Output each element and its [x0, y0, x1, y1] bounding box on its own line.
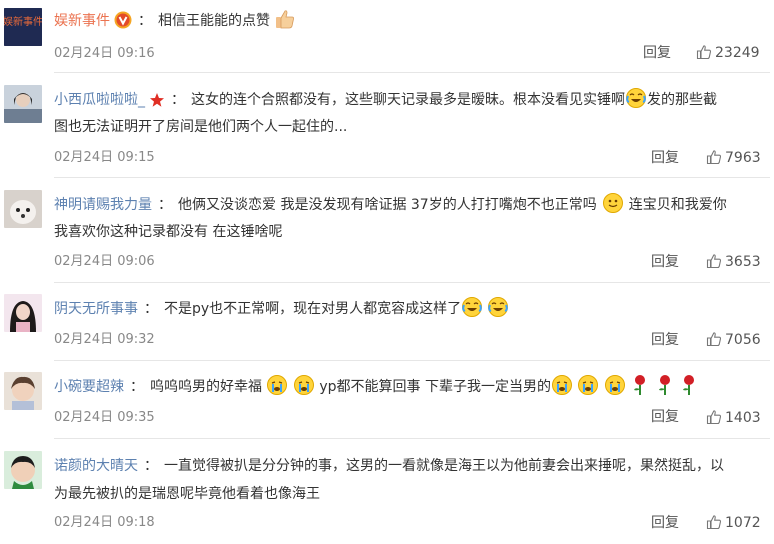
comment-item: 娱新事件 娱新事件 ： 相信王能能的点赞 02月24日 09:16 回复 23249	[0, 0, 774, 72]
comment-text: 他俩又没谈恋爱 我是没发现有啥证据 37岁的人打打嘴炮不也正常吗	[178, 197, 597, 213]
rose-icon	[679, 374, 699, 406]
comment-line: 小西瓜啦啦啦_ ： 这女的连个合照都没有，这些聊天记录最多是暧昧。根本没看见实锤啊 发…	[54, 86, 766, 119]
reply-link[interactable]: 回复	[651, 408, 679, 426]
comment-text-continued: 发的那些截	[647, 92, 717, 108]
timestamp: 02月24日 09:32	[54, 332, 155, 347]
comment-text: 一直觉得被扒是分分钟的事，这男的一看就像是海王以为他前妻会出来捶呢，果然挺乱，以	[164, 458, 724, 474]
comment-item: 诺颜的大晴天 ： 一直觉得被扒是分分钟的事，这男的一看就像是海王以为他前妻会出来捶呢…	[0, 439, 774, 544]
tears-laughing-emoji-icon	[461, 296, 483, 328]
thumbs-up-icon	[706, 410, 722, 425]
username-link[interactable]: 小碗要超辣	[54, 379, 124, 395]
username-link[interactable]: 神明请赐我力量	[54, 197, 152, 213]
smile-emoji-icon	[602, 192, 624, 224]
like-count: 7963	[725, 150, 761, 166]
like-count: 7056	[725, 332, 761, 348]
avatar-logo-text: 娱新事件	[4, 15, 42, 28]
username-link[interactable]: 诺颜的大晴天	[54, 458, 138, 474]
avatar[interactable]	[4, 85, 42, 123]
thumbs-up-icon	[706, 515, 722, 530]
like-button[interactable]: 1072	[706, 514, 761, 532]
avatar[interactable]	[4, 451, 42, 489]
like-button[interactable]: 23249	[696, 44, 760, 62]
crying-emoji-icon	[604, 374, 626, 406]
timestamp: 02月24日 09:06	[54, 254, 155, 269]
comment-line: 小碗要超辣 ： 呜呜呜男的好幸福 yp都不能算回事 下辈子我一定当男的	[54, 373, 766, 406]
thumbs-up-emoji-icon	[274, 8, 296, 40]
crying-emoji-icon	[293, 374, 315, 406]
avatar[interactable]: 娱新事件	[4, 8, 42, 46]
thumbs-up-icon	[706, 150, 722, 165]
username-link[interactable]: 小西瓜啦啦啦_	[54, 92, 145, 108]
avatar-image	[4, 294, 42, 332]
avatar-image	[4, 372, 42, 410]
comment-line: 神明请赐我力量 ： 他俩又没谈恋爱 我是没发现有啥证据 37岁的人打打嘴炮不也正常吗…	[54, 191, 766, 224]
reply-link[interactable]: 回复	[651, 253, 679, 271]
star-badge-icon	[149, 90, 165, 118]
like-count: 1403	[725, 410, 761, 426]
colon-separator: ：	[130, 379, 144, 395]
comment-item: 小碗要超辣 ： 呜呜呜男的好幸福 yp都不能算回事 下辈子我一定当男的 02月24日…	[0, 361, 774, 437]
like-count: 1072	[725, 515, 761, 531]
comment-text: 相信王能能的点赞	[158, 13, 270, 29]
colon-separator: ：	[171, 92, 185, 108]
timestamp: 02月24日 09:18	[54, 515, 155, 530]
comment-text-continued: yp都不能算回事 下辈子我一定当男的	[319, 379, 551, 395]
username-link[interactable]: 阴天无所事事	[54, 301, 138, 317]
like-count: 23249	[715, 45, 760, 61]
comment-text-line2: 图也无法证明开了房间是他们两个人一起住的...	[54, 119, 348, 135]
thumbs-up-icon	[696, 45, 712, 60]
comment-text-continued: 连宝贝和我爱你	[628, 197, 727, 213]
avatar-image	[4, 190, 42, 228]
reply-link[interactable]: 回复	[651, 149, 679, 167]
colon-separator: ：	[138, 13, 152, 29]
avatar-image	[4, 85, 42, 123]
avatar[interactable]	[4, 190, 42, 228]
tears-laughing-emoji-icon	[487, 296, 509, 328]
comment-text: 不是py也不正常啊，现在对男人都宽容成这样了	[164, 301, 462, 317]
colon-separator: ：	[144, 301, 158, 317]
avatar[interactable]	[4, 294, 42, 332]
username-link[interactable]: 娱新事件	[54, 13, 110, 29]
comment-line: 娱新事件 ： 相信王能能的点赞	[54, 7, 766, 40]
like-button[interactable]: 1403	[706, 409, 761, 427]
comment-text-line2: 为最先被扒的是瑞恩呢毕竟他看着也像海王	[54, 486, 320, 502]
thumbs-up-icon	[706, 332, 722, 347]
avatar[interactable]	[4, 372, 42, 410]
avatar-image: 娱新事件	[4, 8, 42, 46]
rose-icon	[630, 374, 650, 406]
tears-laughing-emoji-icon	[625, 87, 647, 119]
comment-text-line2: 我喜欢你这种记录都没有 在这锤啥呢	[54, 224, 283, 240]
comment-item: 阴天无所事事 ： 不是py也不正常啊，现在对男人都宽容成这样了 02月24日 09:…	[0, 283, 774, 355]
comment-text: 这女的连个合照都没有，这些聊天记录最多是暧昧。根本没看见实锤啊	[191, 92, 625, 108]
like-count: 3653	[725, 254, 761, 270]
comment-item: 小西瓜啦啦啦_ ： 这女的连个合照都没有，这些聊天记录最多是暧昧。根本没看见实锤啊 发…	[0, 73, 774, 169]
comment-line: 诺颜的大晴天 ： 一直觉得被扒是分分钟的事，这男的一看就像是海王以为他前妻会出来捶呢…	[54, 452, 766, 480]
colon-separator: ：	[158, 197, 172, 213]
reply-link[interactable]: 回复	[651, 514, 679, 532]
reply-link[interactable]: 回复	[643, 44, 671, 62]
crying-emoji-icon	[266, 374, 288, 406]
colon-separator: ：	[144, 458, 158, 474]
like-button[interactable]: 3653	[706, 253, 761, 271]
timestamp: 02月24日 09:35	[54, 410, 155, 425]
like-button[interactable]: 7963	[706, 149, 761, 167]
comment-item: 神明请赐我力量 ： 他俩又没谈恋爱 我是没发现有啥证据 37岁的人打打嘴炮不也正常吗…	[0, 178, 774, 274]
crying-emoji-icon	[551, 374, 573, 406]
timestamp: 02月24日 09:16	[54, 46, 155, 61]
reply-link[interactable]: 回复	[651, 331, 679, 349]
timestamp: 02月24日 09:15	[54, 150, 155, 165]
like-button[interactable]: 7056	[706, 331, 761, 349]
crying-emoji-icon	[577, 374, 599, 406]
rose-icon	[655, 374, 675, 406]
avatar-image	[4, 451, 42, 489]
comment-text: 呜呜呜男的好幸福	[150, 379, 262, 395]
verified-v-badge-icon	[114, 11, 132, 39]
thumbs-up-icon	[706, 254, 722, 269]
comment-line: 阴天无所事事 ： 不是py也不正常啊，现在对男人都宽容成这样了	[54, 295, 766, 328]
